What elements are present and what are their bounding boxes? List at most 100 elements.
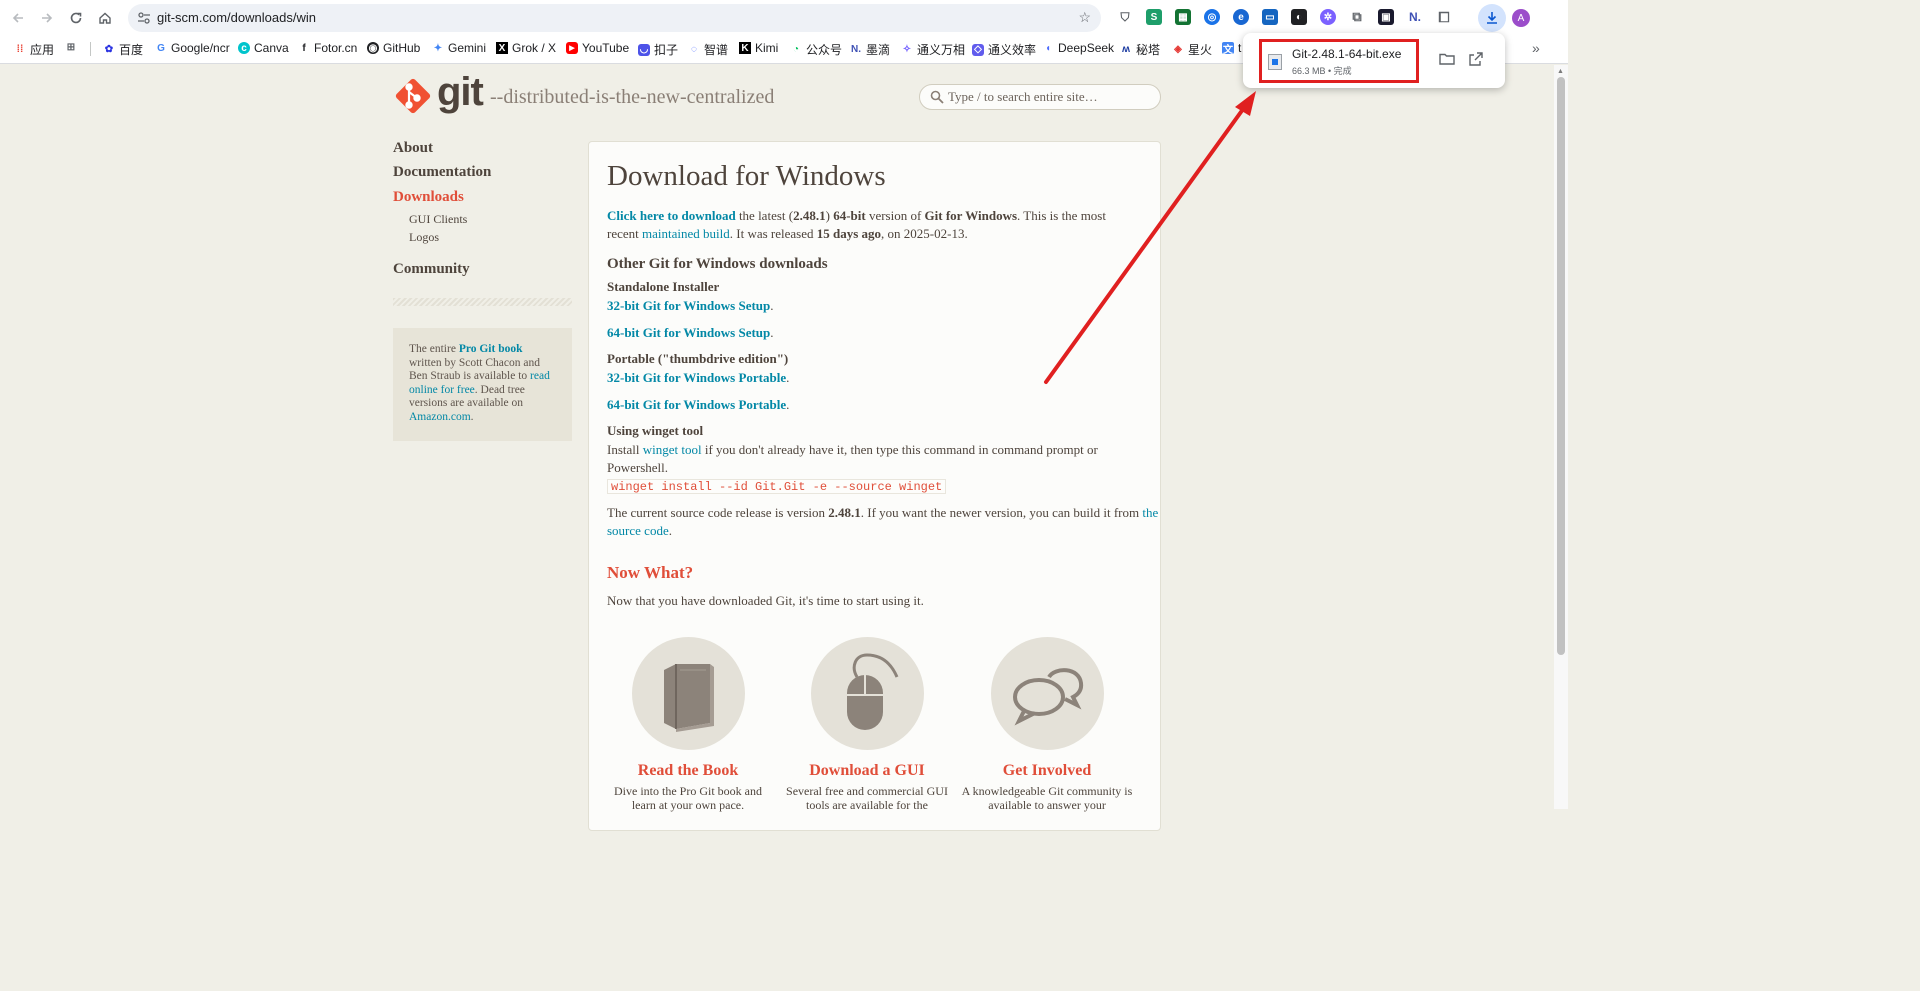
- read-the-book-link[interactable]: Read the Book: [598, 762, 778, 780]
- bookmark-zhipu[interactable]: ◌ 智谱: [688, 41, 728, 58]
- read-book-card-icon[interactable]: [632, 637, 745, 750]
- intro-text: the latest (: [735, 208, 794, 223]
- nav-gui-clients[interactable]: GUI Clients: [409, 212, 467, 227]
- download-bubble: Git-2.48.1-64-bit.exe 66.3 MB • 完成: [1243, 33, 1505, 88]
- setup-64-bit-link[interactable]: 64-bit Git for Windows Setup: [607, 325, 770, 340]
- home-icon: [99, 12, 111, 24]
- portable-64-bit-link[interactable]: 64-bit Git for Windows Portable: [607, 397, 786, 412]
- source-code-link-cont[interactable]: source code: [607, 523, 669, 538]
- profile-avatar[interactable]: A: [1512, 9, 1530, 27]
- bookmark-youtube[interactable]: ▶ YouTube: [566, 41, 629, 55]
- scroll-up-arrow-icon[interactable]: ▲: [1557, 67, 1564, 75]
- card-desc-line: tools are available for the: [806, 798, 928, 812]
- nav-community[interactable]: Community: [393, 261, 470, 278]
- bookmark-grid[interactable]: ⊞: [65, 41, 77, 53]
- gemini-icon: ✦: [433, 42, 443, 54]
- maintained-build-link[interactable]: maintained build: [642, 226, 730, 241]
- search-icon: [930, 90, 944, 104]
- address-bar[interactable]: git-scm.com/downloads/win ☆: [128, 4, 1101, 32]
- winget-text: if you don't already have it, then type …: [701, 442, 1098, 457]
- extension-badge-icon[interactable]: ▣: [1378, 9, 1394, 25]
- scrollbar-thumb[interactable]: [1557, 77, 1565, 655]
- extension-screen-icon[interactable]: ▭: [1262, 9, 1278, 25]
- chat-bubbles-icon: [1013, 668, 1084, 726]
- reload-button[interactable]: [64, 6, 88, 30]
- extension-copy-icon[interactable]: ⧉: [1349, 9, 1365, 25]
- extension-gear-icon[interactable]: ✲: [1320, 9, 1336, 25]
- site-info-icon[interactable]: [136, 10, 152, 26]
- bookmark-metaso[interactable]: ʍ 秘塔: [1120, 41, 1160, 58]
- nav-downloads[interactable]: Downloads: [393, 189, 464, 206]
- download-gui-card-icon[interactable]: [811, 637, 924, 750]
- sidebar-divider: [393, 298, 572, 306]
- bookmark-baidu[interactable]: ✿ 百度: [103, 41, 143, 58]
- bookmark-tongyi-xiaolv[interactable]: ◇ 通义效率: [972, 41, 1036, 58]
- read-online-link[interactable]: read: [530, 370, 550, 382]
- bookmark-fotor[interactable]: f Fotor.cn: [298, 41, 357, 55]
- winget-command[interactable]: winget install --id Git.Git -e --source …: [607, 479, 947, 494]
- extension-edge-icon[interactable]: e: [1233, 9, 1249, 25]
- page-scrollbar[interactable]: ▲: [1554, 65, 1568, 809]
- home-button[interactable]: [93, 6, 117, 30]
- bookmark-xinghuo[interactable]: ◈ 星火: [1172, 41, 1212, 58]
- extension-mask-icon[interactable]: ◐: [1291, 9, 1307, 25]
- get-involved-link[interactable]: Get Involved: [957, 762, 1137, 780]
- extension-shield-icon[interactable]: ⛉: [1117, 9, 1133, 25]
- url-text[interactable]: git-scm.com/downloads/win: [157, 10, 316, 25]
- nav-logos[interactable]: Logos: [409, 230, 439, 245]
- nav-about[interactable]: About: [393, 140, 433, 157]
- bookmark-modi[interactable]: N. 墨滴: [850, 41, 890, 58]
- extensions-puzzle-icon[interactable]: ⧠: [1436, 9, 1452, 25]
- bookmark-grok[interactable]: X Grok / X: [496, 41, 556, 55]
- source-code-link[interactable]: the: [1142, 505, 1158, 520]
- portable-32-row: 32-bit Git for Windows Portable.: [607, 369, 789, 387]
- bookmark-google[interactable]: G Google/ncr: [155, 41, 230, 55]
- book-icon: [664, 664, 714, 732]
- amazon-link[interactable]: Amazon.com: [409, 411, 471, 423]
- x-icon: X: [496, 42, 508, 54]
- winget-tool-link[interactable]: winget tool: [643, 442, 702, 457]
- extension-sheet-icon[interactable]: ▦: [1175, 9, 1191, 25]
- bookmark-tongyi-wanxiang[interactable]: ✧ 通义万相: [901, 41, 965, 58]
- extension-s-icon[interactable]: S: [1146, 9, 1162, 25]
- intro-text: recent: [607, 226, 643, 241]
- book-text: . Dead tree: [474, 383, 525, 396]
- nav-documentation[interactable]: Documentation: [393, 164, 491, 181]
- bookmark-coze[interactable]: ◡ 扣子: [638, 41, 678, 58]
- bookmark-deepseek[interactable]: ◖ DeepSeek: [1042, 41, 1114, 55]
- pro-git-book-link[interactable]: Pro Git book: [459, 343, 523, 355]
- extension-swirl-icon[interactable]: ◎: [1204, 9, 1220, 25]
- click-here-to-download-link[interactable]: Click here to download: [607, 208, 736, 223]
- zhipu-icon: ◌: [691, 44, 697, 55]
- download-item[interactable]: Git-2.48.1-64-bit.exe 66.3 MB • 完成: [1259, 39, 1419, 83]
- downloads-button[interactable]: [1478, 4, 1506, 32]
- coze-icon: ◡: [638, 43, 650, 56]
- forward-button[interactable]: [35, 6, 59, 30]
- bookmark-label: 秘塔: [1136, 43, 1161, 57]
- back-button[interactable]: [6, 6, 30, 30]
- read-online-link-cont[interactable]: online for free: [409, 384, 475, 396]
- get-involved-card-icon[interactable]: [991, 637, 1104, 750]
- bookmark-wechat[interactable]: ◔ 公众号: [790, 41, 842, 58]
- bookmark-label: 公众号: [806, 43, 843, 57]
- bookmark-gemini[interactable]: ✦ Gemini: [432, 41, 486, 55]
- git-logo-text[interactable]: git: [437, 70, 484, 115]
- extension-n-icon[interactable]: N.: [1407, 9, 1423, 25]
- portable-32-bit-link[interactable]: 32-bit Git for Windows Portable: [607, 370, 786, 385]
- download-a-gui-link[interactable]: Download a GUI: [777, 762, 957, 780]
- bookmark-apps[interactable]: ⁞⁞ 应用: [14, 41, 54, 58]
- modi-icon: N.: [851, 44, 861, 55]
- bookmark-translate[interactable]: 文t: [1222, 41, 1242, 56]
- setup-32-bit-link[interactable]: 32-bit Git for Windows Setup: [607, 298, 770, 313]
- bookmark-github[interactable]: ◉ GitHub: [367, 41, 420, 55]
- bookmark-kimi[interactable]: K Kimi: [739, 41, 778, 55]
- bookmarks-more-icon[interactable]: »: [1532, 40, 1540, 56]
- bookmark-label: t: [1238, 41, 1242, 55]
- bookmark-label: 通义效率: [988, 43, 1037, 57]
- open-external-icon[interactable]: [1467, 50, 1485, 68]
- bookmark-star-icon[interactable]: ☆: [1078, 9, 1091, 26]
- book-text: versions are available on: [409, 397, 523, 409]
- bookmark-canva[interactable]: c Canva: [238, 41, 289, 55]
- folder-icon[interactable]: [1438, 50, 1456, 68]
- back-arrow-icon: [12, 13, 23, 23]
